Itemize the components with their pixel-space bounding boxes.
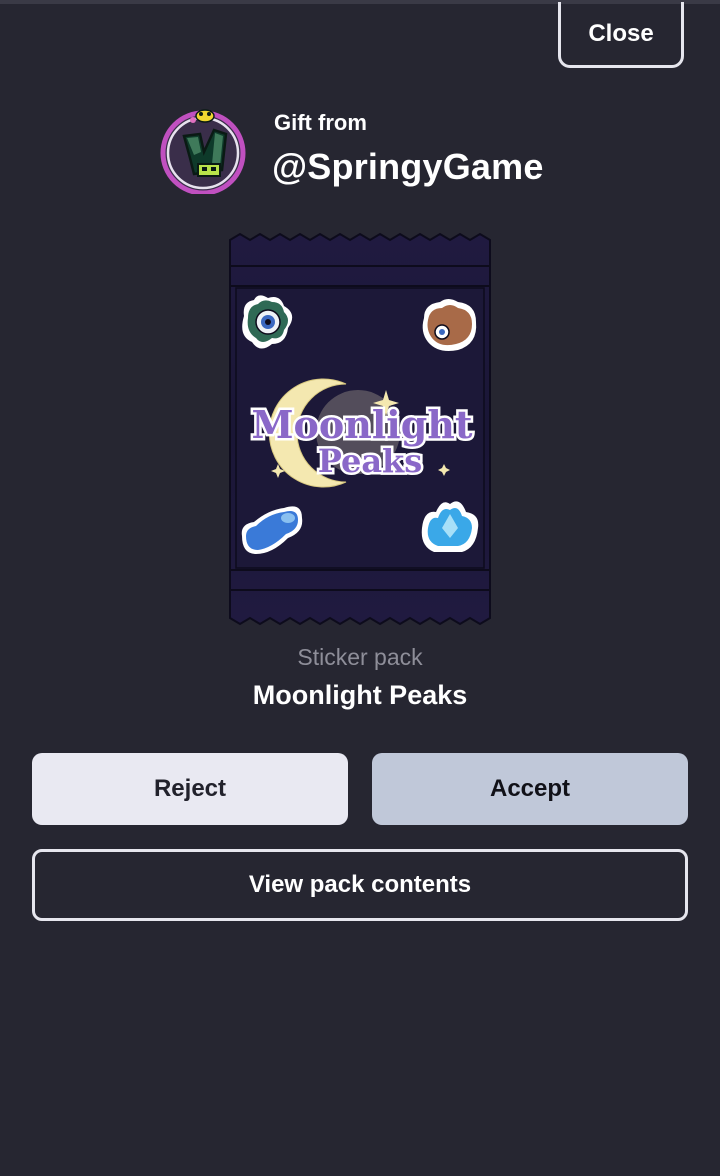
view-pack-contents-button[interactable]: View pack contents xyxy=(32,849,688,921)
close-button[interactable]: Close xyxy=(558,2,684,68)
pack-logo-line1: Moonlight xyxy=(251,402,472,447)
sender-avatar[interactable] xyxy=(160,108,246,194)
sender-username[interactable]: @SpringyGame xyxy=(272,146,544,188)
bag-sticker-icon xyxy=(422,299,477,351)
sticker-pack-image: Moonlight Peaks xyxy=(229,232,491,626)
gift-screen: Close Gift from @SpringyGame Moonlight P… xyxy=(0,0,720,1176)
gift-header: Gift from @SpringyGame xyxy=(158,104,608,200)
gift-from-label: Gift from xyxy=(274,110,367,135)
accept-button[interactable]: Accept xyxy=(372,753,688,825)
reject-button[interactable]: Reject xyxy=(32,753,348,825)
pack-type-label: Sticker pack xyxy=(297,644,423,670)
pack-logo-line2: Peaks xyxy=(318,442,422,480)
pack-name: Moonlight Peaks xyxy=(252,680,468,710)
